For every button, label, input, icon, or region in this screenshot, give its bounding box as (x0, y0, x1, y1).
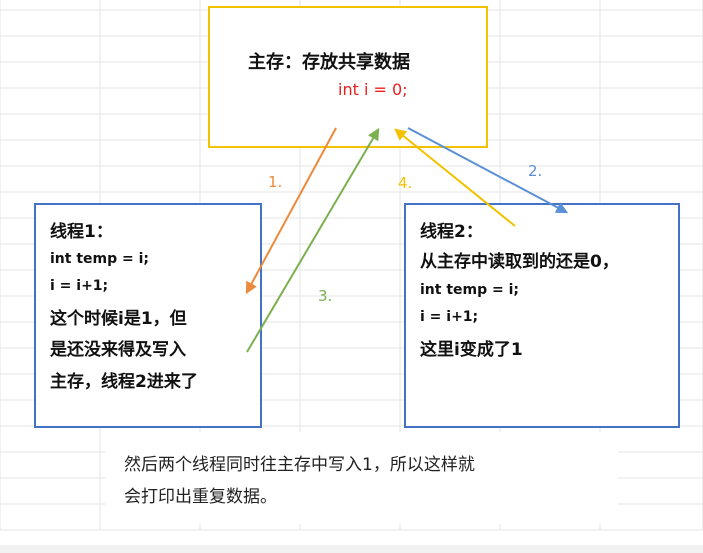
step3-label: 3. (318, 287, 333, 305)
step4-label: 4. (398, 174, 413, 192)
main-memory-title: 主存：存放共享数据 (248, 52, 410, 73)
thread2-line: 这里i变成了1 (420, 340, 523, 360)
thread1-line: int temp = i; (50, 251, 150, 267)
main-memory-box: 主存：存放共享数据 int i = 0; (208, 6, 488, 148)
thread2-title: 线程2： (420, 222, 483, 242)
thread1-line: 这个时候i是1，但 (50, 309, 187, 329)
thread2-line: int temp = i; (420, 282, 520, 298)
summary-line: 会打印出重复数据。 (124, 487, 277, 507)
summary-panel: 然后两个线程同时往主存中写入1，所以这样就 会打印出重复数据。 (106, 432, 618, 524)
thread2-line: i = i+1; (420, 309, 479, 325)
thread2-box: 线程2： 从主存中读取到的还是0， int temp = i; i = i+1;… (404, 203, 680, 428)
step2-label: 2. (528, 162, 543, 180)
thread1-line: 是还没来得及写入 (50, 340, 186, 360)
thread1-line: 主存，线程2进来了 (50, 372, 198, 392)
thread1-box: 线程1： int temp = i; i = i+1; 这个时候i是1，但 是还… (34, 203, 262, 428)
bottom-strip (0, 545, 703, 553)
step1-label: 1. (268, 173, 283, 191)
main-memory-code: int i = 0; (338, 80, 408, 99)
summary-line: 然后两个线程同时往主存中写入1，所以这样就 (124, 455, 475, 475)
thread2-line: 从主存中读取到的还是0， (420, 252, 619, 272)
thread1-line: i = i+1; (50, 278, 109, 294)
thread1-title: 线程1： (50, 222, 113, 242)
